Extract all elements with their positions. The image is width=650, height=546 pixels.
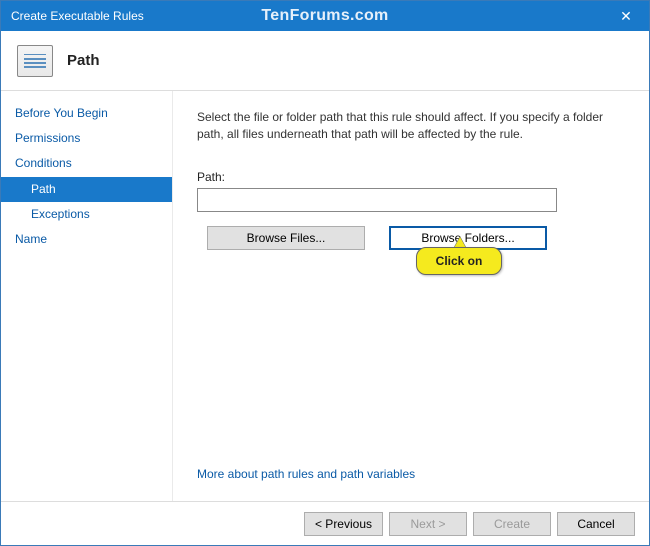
dialog-body: Before You Begin Permissions Conditions … xyxy=(1,91,649,501)
annotation-callout: Click on xyxy=(416,247,502,277)
instruction-text: Select the file or folder path that this… xyxy=(197,109,625,144)
sidebar-item-path[interactable]: Path xyxy=(1,177,172,202)
next-button[interactable]: Next > xyxy=(389,512,467,536)
cancel-button[interactable]: Cancel xyxy=(557,512,635,536)
dialog-window: Create Executable Rules TenForums.com ✕ … xyxy=(0,0,650,546)
browse-button-row: Browse Files... Browse Folders... xyxy=(197,226,625,250)
close-button[interactable]: ✕ xyxy=(603,1,649,31)
page-title: Path xyxy=(67,52,100,69)
content-pane: Select the file or folder path that this… xyxy=(173,91,649,501)
dialog-footer: < Previous Next > Create Cancel xyxy=(1,501,649,545)
sidebar-item-exceptions[interactable]: Exceptions xyxy=(1,202,172,227)
previous-button[interactable]: < Previous xyxy=(304,512,383,536)
path-input[interactable] xyxy=(197,188,557,212)
create-button[interactable]: Create xyxy=(473,512,551,536)
sidebar-item-permissions[interactable]: Permissions xyxy=(1,126,172,151)
more-info-link[interactable]: More about path rules and path variables xyxy=(197,467,625,489)
callout-bubble: Click on xyxy=(416,247,502,275)
window-title: Create Executable Rules xyxy=(11,9,144,23)
close-icon: ✕ xyxy=(620,8,632,25)
browse-files-button[interactable]: Browse Files... xyxy=(207,226,365,250)
watermark-text: TenForums.com xyxy=(261,7,388,25)
sidebar-item-conditions[interactable]: Conditions xyxy=(1,151,172,176)
sidebar-item-name[interactable]: Name xyxy=(1,227,172,252)
path-label: Path: xyxy=(197,170,625,184)
wizard-sidebar: Before You Begin Permissions Conditions … xyxy=(1,91,173,501)
sidebar-item-before-you-begin[interactable]: Before You Begin xyxy=(1,101,172,126)
page-icon xyxy=(17,45,53,77)
titlebar: Create Executable Rules TenForums.com ✕ xyxy=(1,1,649,31)
page-header: Path xyxy=(1,31,649,91)
